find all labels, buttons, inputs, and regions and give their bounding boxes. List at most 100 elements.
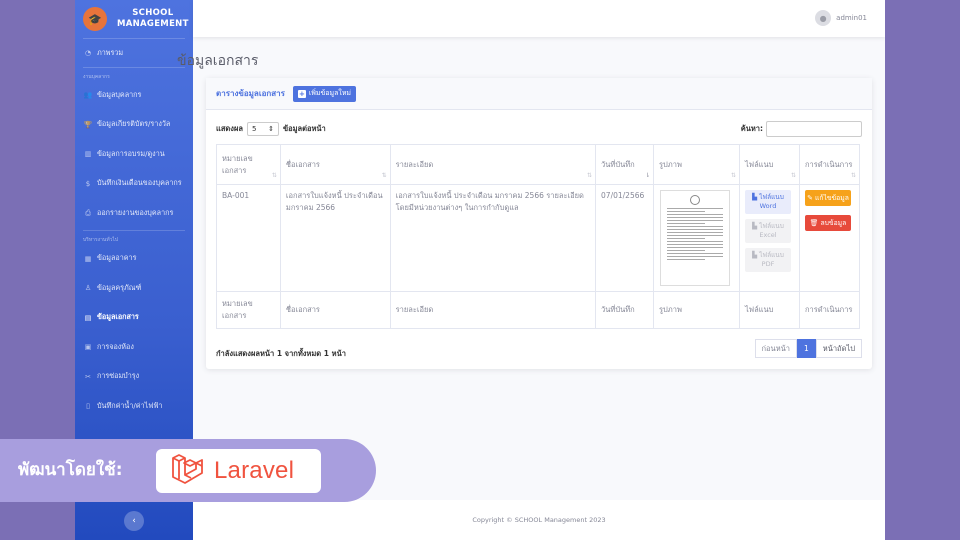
table-header-row: หมายเลขเอกสาร ⇅ ชื่อเอกสาร ⇅ รายละเอียด ⇅ ว… xyxy=(216,144,861,185)
laravel-logo-icon xyxy=(172,454,203,484)
username: admin01 xyxy=(836,14,867,22)
cell-image xyxy=(653,184,740,292)
users-icon: 👥 xyxy=(83,91,93,99)
sidebar-item-room-booking[interactable]: ▣ การจองห้อง xyxy=(75,330,193,364)
add-document-button[interactable]: + เพิ่มข้อมูลใหม่ xyxy=(292,85,357,102)
cell-date: 07/01/2566 xyxy=(595,184,655,292)
sidebar-item-equipment[interactable]: ♙ ข้อมูลครุภัณฑ์ xyxy=(75,271,193,305)
column-header-doc-no[interactable]: หมายเลขเอกสาร ⇅ xyxy=(216,144,281,185)
sort-select-icon: ⇕ xyxy=(268,125,274,133)
table-footer-row: หมายเลขเอกสาร ชื่อเอกสาร รายละเอียด วันท… xyxy=(216,291,861,329)
column-header-name[interactable]: ชื่อเอกสาร ⇅ xyxy=(279,144,391,185)
print-icon: ⎙ xyxy=(85,208,91,217)
topbar: ● admin01 xyxy=(193,0,885,37)
pdf-file-icon: ▙ xyxy=(752,251,758,259)
pagination-info: กำลังแสดงผลหน้า 1 จากทั้งหมด 1 หน้า xyxy=(216,349,346,358)
attachment-word-button[interactable]: ▙ ไฟล์แนบ Word xyxy=(745,190,791,214)
table-row: BA-001 เอกสารใบแจ้งหนี้ ประจำเดือน มกราค… xyxy=(216,184,861,292)
cell-actions: ✎ แก้ไขข้อมูล 🗑 ลบข้อมูล xyxy=(798,184,861,292)
card-header: ตารางข้อมูลเอกสาร + เพิ่มข้อมูลใหม่ xyxy=(206,78,872,110)
gauge-icon: ◔ xyxy=(84,49,92,57)
edit-icon: ✎ xyxy=(807,194,813,202)
sidebar-item-maintenance[interactable]: ✂ การซ่อมบำรุง xyxy=(75,364,193,389)
page-length-control: แสดงผล 5 ⇕ ข้อมูลต่อหน้า xyxy=(216,122,326,136)
sidebar-item-utility-bills[interactable]: ▯ บันทึกค่าน้ำ/ค่าไฟฟ้า xyxy=(75,389,193,423)
column-header-detail[interactable]: รายละเอียด ⇅ xyxy=(389,144,597,185)
laravel-logo-box: Laravel xyxy=(156,449,321,493)
edit-button[interactable]: ✎ แก้ไขข้อมูล xyxy=(804,190,851,206)
cell-attachments: ▙ ไฟล์แนบ Word ▙ ไฟล์แนบ Excel ▙ ไฟล์แนบ… xyxy=(739,184,800,292)
sidebar-item-awards[interactable]: 🏆 ข้อมูลเกียรติบัตร/รางวัล xyxy=(75,107,193,142)
equipment-icon: ♙ xyxy=(84,284,92,292)
cell-doc-no: BA-001 xyxy=(216,184,281,292)
graduation-cap-icon: 🎓 xyxy=(83,7,107,31)
sort-icon: ⇅ xyxy=(381,172,387,179)
sidebar-item-salary[interactable]: $ บันทึกเงินเดือนของบุคลากร xyxy=(75,166,193,201)
page-length-select[interactable]: 5 ⇕ xyxy=(246,122,279,136)
sidebar-heading-general: บริหารงานทั่วไป xyxy=(83,237,119,243)
column-header-actions[interactable]: การดำเนินการ ⇅ xyxy=(798,144,861,185)
document-thumbnail[interactable] xyxy=(660,190,731,286)
column-footer: รูปภาพ xyxy=(653,291,740,329)
search-input[interactable] xyxy=(766,121,862,137)
column-footer: วันที่บันทึก xyxy=(595,291,655,329)
sort-icon: ⇅ xyxy=(587,172,593,179)
sort-icon: ⇅ xyxy=(850,172,856,179)
documents-table: หมายเลขเอกสาร ⇅ ชื่อเอกสาร ⇅ รายละเอียด ⇅ ว… xyxy=(216,144,861,329)
sidebar-item-personnel[interactable]: 👥 ข้อมูลบุคลากร xyxy=(75,83,193,107)
delete-button[interactable]: 🗑 ลบข้อมูล xyxy=(804,215,851,231)
room-icon: ▣ xyxy=(84,343,92,351)
chevron-left-icon: ‹ xyxy=(132,516,136,526)
column-footer: รายละเอียด xyxy=(389,291,597,329)
cell-detail: เอกสารใบแจ้งหนี้ ประจำเดือน มกราคม 2566 … xyxy=(389,184,597,292)
trash-icon: 🗑 xyxy=(809,219,819,227)
page-title: ข้อมูลเอกสาร xyxy=(177,53,259,69)
pagination-page-button[interactable]: 1 xyxy=(796,339,816,358)
documents-card: ตารางข้อมูลเอกสาร + เพิ่มข้อมูลใหม่ แสดง… xyxy=(206,78,872,369)
garuda-seal-icon xyxy=(690,195,701,205)
column-header-image[interactable]: รูปภาพ ⇅ xyxy=(653,144,740,185)
sidebar-toggle-button[interactable]: ‹ xyxy=(124,511,144,531)
trophy-icon: 🏆 xyxy=(83,120,93,129)
sort-icon: ⇅ xyxy=(730,172,736,179)
user-menu[interactable]: ● admin01 xyxy=(815,10,867,26)
word-file-icon: ▙ xyxy=(752,193,758,201)
sidebar-item-building[interactable]: ▦ ข้อมูลอาคาร xyxy=(75,246,193,271)
card-title: ตารางข้อมูลเอกสาร xyxy=(216,89,285,98)
sidebar-item-documents[interactable]: ▤ ข้อมูลเอกสาร xyxy=(75,305,193,330)
laravel-wordmark: Laravel xyxy=(214,457,295,484)
column-footer: การดำเนินการ xyxy=(798,291,861,329)
sort-desc-icon: ⇂ xyxy=(644,172,651,179)
pagination: ก่อนหน้า 1 หน้าถัดไป xyxy=(754,339,862,358)
building-icon: ▦ xyxy=(84,254,92,263)
column-footer: หมายเลขเอกสาร xyxy=(216,291,281,329)
brand[interactable]: 🎓 SCHOOL MANAGEMENT xyxy=(75,0,193,38)
search-control: ค้นหา: xyxy=(741,121,862,137)
user-avatar-icon: ● xyxy=(815,10,832,26)
brand-name: SCHOOL MANAGEMENT xyxy=(117,8,189,29)
column-header-attachment[interactable]: ไฟล์แนบ ⇅ xyxy=(739,144,800,185)
sidebar-heading-personnel: งานบุคลากร xyxy=(83,74,110,80)
sidebar-item-training[interactable]: ▥ ข้อมูลการอบรม/ดูงาน xyxy=(75,142,193,166)
plus-icon: + xyxy=(297,89,306,98)
training-icon: ▥ xyxy=(84,150,92,158)
sidebar-item-overview[interactable]: ◔ ภาพรวม xyxy=(75,39,193,67)
pagination-prev-button[interactable]: ก่อนหน้า xyxy=(754,339,797,358)
column-footer: ไฟล์แนบ xyxy=(739,291,800,329)
cell-name: เอกสารใบแจ้งหนี้ ประจำเดือน มกราคม 2566 xyxy=(279,184,391,292)
pagination-next-button[interactable]: หน้าถัดไป xyxy=(815,339,862,358)
document-icon: ▤ xyxy=(84,313,92,322)
sort-icon: ⇅ xyxy=(271,172,277,179)
column-header-date[interactable]: วันที่บันทึก ⇂ xyxy=(595,144,655,185)
sidebar-divider xyxy=(83,230,185,231)
bill-icon: ▯ xyxy=(86,402,90,410)
sidebar-divider xyxy=(83,67,185,68)
sidebar-item-report[interactable]: ⎙ ออกรายงานของบุคลากร xyxy=(75,201,193,225)
column-footer: ชื่อเอกสาร xyxy=(279,291,391,329)
dollar-icon: $ xyxy=(85,179,91,188)
copyright-text: Copyright © SCHOOL Management 2023 xyxy=(472,516,606,524)
attachment-excel-button: ▙ ไฟล์แนบ Excel xyxy=(745,219,791,243)
attachment-pdf-button: ▙ ไฟล์แนบ PDF xyxy=(745,248,791,272)
tools-icon: ✂ xyxy=(85,372,91,381)
footer: Copyright © SCHOOL Management 2023 xyxy=(193,500,885,540)
